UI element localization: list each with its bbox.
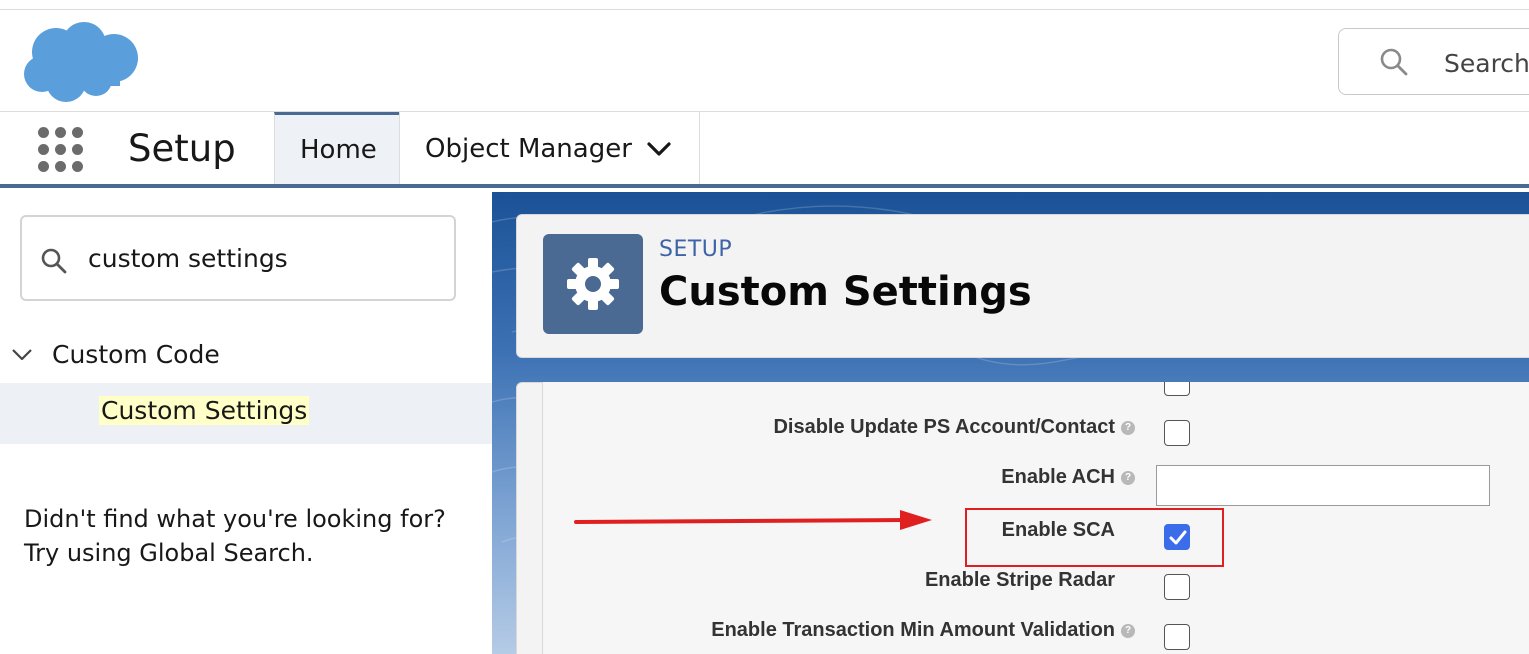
tab-home-label: Home [300, 135, 377, 165]
search-icon [41, 248, 67, 274]
help-line-2: Try using Global Search. [24, 539, 314, 567]
search-icon [1380, 48, 1408, 76]
quick-find-value: custom settings [88, 244, 288, 273]
gear-icon [543, 234, 643, 334]
help-icon[interactable]: ? [1121, 471, 1135, 485]
app-launcher-icon[interactable] [38, 127, 84, 173]
sidebar-item-label: Custom Settings [99, 396, 310, 425]
tab-object-manager-label: Object Manager [425, 134, 632, 164]
sidebar-help-text: Didn't find what you're looking for? Try… [24, 502, 446, 570]
field-label-enable-ach: Enable ACH [1001, 466, 1115, 488]
tab-home[interactable]: Home [274, 112, 399, 184]
tree-section-label: Custom Code [52, 340, 220, 369]
setup-sidebar: custom settings Custom Code Custom Setti… [0, 192, 492, 654]
help-icon[interactable]: ? [1121, 421, 1135, 435]
sidebar-item-custom-settings[interactable]: Custom Settings [0, 383, 492, 444]
salesforce-logo[interactable] [22, 22, 140, 102]
page-eyebrow: SETUP [659, 237, 733, 262]
help-icon[interactable]: ? [1121, 624, 1135, 638]
tree-section-custom-code[interactable]: Custom Code [0, 337, 492, 373]
annotation-arrow-icon [574, 510, 932, 530]
global-header: Search [0, 9, 1529, 112]
tab-object-manager[interactable]: Object Manager [399, 112, 700, 184]
app-nav-bar: Setup Home Object Manager [0, 112, 1529, 188]
page-header: SETUP Custom Settings [516, 214, 1529, 358]
chevron-down-icon [12, 349, 32, 361]
app-name: Setup [128, 127, 236, 170]
annotation-highlight-box [965, 508, 1224, 567]
field-label-enable-transaction-min: Enable Transaction Min Amount Validation [711, 619, 1115, 641]
disable-update-ps-checkbox[interactable] [1164, 420, 1190, 446]
global-search-placeholder: Search [1444, 49, 1529, 78]
page-title: Custom Settings [659, 269, 1032, 315]
help-line-1: Didn't find what you're looking for? [24, 505, 446, 533]
field-label-enable-stripe-radar: Enable Stripe Radar [924, 569, 1115, 591]
field-label-disable-update-ps: Disable Update PS Account/Contact [773, 416, 1115, 438]
enable-transaction-min-checkbox[interactable] [1164, 624, 1190, 650]
chevron-down-icon[interactable] [644, 137, 674, 161]
global-search-box[interactable]: Search [1338, 28, 1529, 95]
quick-find-input[interactable]: custom settings [20, 215, 456, 301]
enable-ach-input[interactable] [1156, 465, 1490, 506]
enable-stripe-radar-checkbox[interactable] [1164, 574, 1190, 600]
